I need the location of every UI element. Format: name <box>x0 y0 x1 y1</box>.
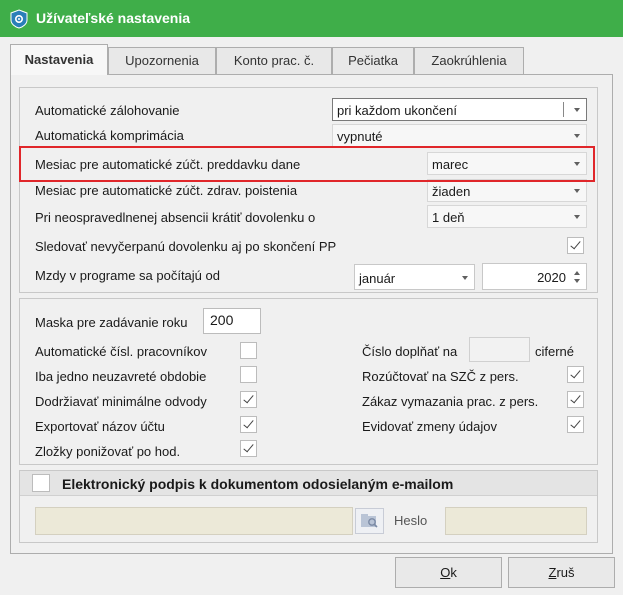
auto-compress-select[interactable]: vypnuté <box>332 124 587 147</box>
spin-down-icon[interactable] <box>574 279 580 283</box>
wages-year-spinner[interactable]: 2020 <box>482 263 587 290</box>
auto-backup-select[interactable]: pri každom ukončení <box>332 98 587 121</box>
wages-year-value: 2020 <box>537 270 566 285</box>
year-mask-input[interactable]: 200 <box>203 308 261 334</box>
spin-up-icon[interactable] <box>574 271 580 275</box>
absence-select[interactable]: 1 deň <box>427 205 587 228</box>
dropdown-separator <box>563 102 564 117</box>
health-month-value: žiaden <box>432 184 471 199</box>
chevron-down-icon[interactable] <box>574 134 580 138</box>
auto-backup-value: pri každom ukončení <box>337 103 457 118</box>
chevron-down-icon[interactable] <box>574 215 580 219</box>
auto-backup-label: Automatické zálohovanie <box>35 103 180 118</box>
absence-label: Pri neospravedlnenej absencii krátiť dov… <box>35 210 316 225</box>
chevron-down-icon[interactable] <box>574 189 580 193</box>
track-leave-checkbox[interactable] <box>567 237 584 254</box>
wages-month-select[interactable]: január <box>354 264 475 290</box>
wages-month-value: január <box>359 271 396 286</box>
year-mask-value: 200 <box>210 312 234 328</box>
chevron-down-icon[interactable] <box>462 276 468 280</box>
wages-from-label: Mzdy v programe sa počítajú od <box>35 268 220 283</box>
absence-value: 1 deň <box>432 210 465 225</box>
health-month-label: Mesiac pre automatické zúčt. zdrav. pois… <box>35 183 298 198</box>
auto-compress-value: vypnuté <box>337 129 383 144</box>
health-month-select[interactable]: žiaden <box>427 179 587 202</box>
auto-compress-label: Automatická komprimácia <box>35 128 184 143</box>
highlight-box <box>19 146 595 182</box>
track-leave-label: Sledovať nevyčerpanú dovolenku aj po sko… <box>35 239 337 254</box>
chevron-down-icon[interactable] <box>574 108 580 112</box>
